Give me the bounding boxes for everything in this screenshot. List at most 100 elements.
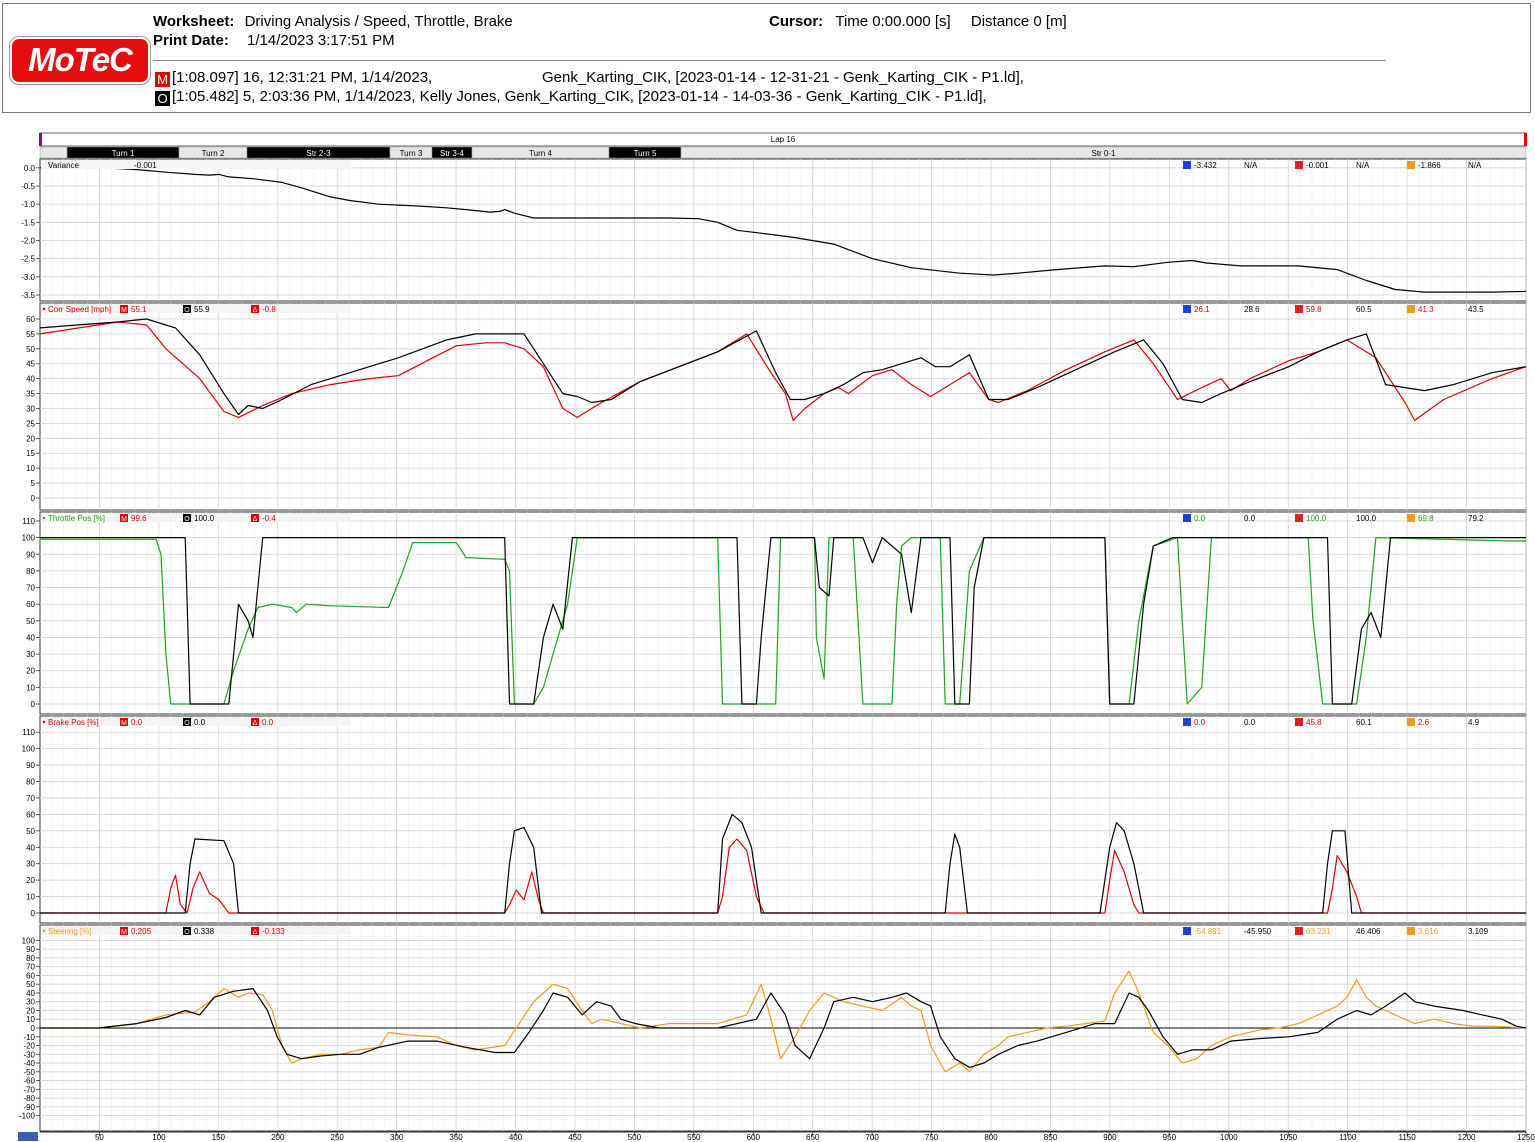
sector-label-7: Str 0-1 bbox=[1091, 149, 1116, 158]
x-tick-label: 450 bbox=[568, 1133, 582, 1142]
cursor-readout: Cursor: Time 0:00.000 [s] Distance 0 [m] bbox=[769, 13, 1067, 30]
panel-title: Variance bbox=[48, 161, 80, 170]
stat-marker-min bbox=[1183, 161, 1191, 169]
stat-ref: 4.9 bbox=[1468, 718, 1480, 727]
telemetry-chart[interactable]: Lap 16 Turn 1 Turn 2 Str 2-3 Turn 3 Str 3-4 Tu… bbox=[0, 128, 1535, 1142]
stat-marker-avg bbox=[1407, 161, 1415, 169]
x-tick-label: 500 bbox=[628, 1133, 642, 1142]
y-tick-label: 80 bbox=[26, 567, 35, 576]
y-tick-label: 40 bbox=[26, 375, 35, 384]
y-tick-label: 70 bbox=[26, 963, 35, 972]
stat-marker-max bbox=[1295, 927, 1303, 935]
stat-ref: 0.0 bbox=[1244, 718, 1256, 727]
cursor-label: Cursor: bbox=[769, 13, 824, 30]
readout-value: 0.0 bbox=[262, 718, 274, 727]
sector-pre bbox=[39, 146, 68, 159]
y-tick-label: -0.5 bbox=[21, 182, 35, 191]
y-tick-label: 20 bbox=[26, 1006, 35, 1015]
x-tick-label: 200 bbox=[271, 1133, 285, 1142]
print-date-label: Print Date: bbox=[153, 32, 229, 49]
stat-max: -0.001 bbox=[1306, 161, 1329, 170]
panel-speed[interactable]: 0 5 10 15 20 25 30 35 40 45 50 55 60 Corr Speed [mph]… bbox=[26, 302, 1527, 511]
stat-ref: 3.109 bbox=[1468, 927, 1489, 936]
stat-min: 0.0 bbox=[1194, 718, 1206, 727]
readout-value: 0.338 bbox=[194, 927, 215, 936]
sector-label-2: Str 2-3 bbox=[306, 149, 331, 158]
y-tick-label: 30 bbox=[26, 998, 35, 1007]
sector-label-6: Turn 5 bbox=[634, 149, 657, 158]
y-tick-label: 40 bbox=[26, 633, 35, 642]
panel-throttle[interactable]: 0 10 20 30 40 50 60 70 80 90 100 110 Throttle Pos [%… bbox=[22, 511, 1527, 715]
y-tick-label: 30 bbox=[26, 404, 35, 413]
y-tick-label: 0 bbox=[31, 909, 36, 918]
sector-label-4: Str 3-4 bbox=[440, 149, 465, 158]
readout-marker-label: O bbox=[184, 929, 190, 936]
x-tick-label: 300 bbox=[390, 1133, 404, 1142]
stat-ref: 60.1 bbox=[1356, 718, 1372, 727]
stat-ref: 43.5 bbox=[1468, 305, 1484, 314]
stat-marker-min bbox=[1183, 305, 1191, 313]
stat-ref: 60.5 bbox=[1356, 305, 1372, 314]
y-tick-label: 40 bbox=[26, 843, 35, 852]
sector-label-1: Turn 2 bbox=[202, 149, 225, 158]
readout-value: 0.0 bbox=[131, 718, 143, 727]
stat-min: -3.432 bbox=[1194, 161, 1217, 170]
axis-corner-icon[interactable] bbox=[18, 1132, 38, 1141]
y-tick-label: 60 bbox=[26, 315, 35, 324]
y-tick-label: -80 bbox=[23, 1094, 35, 1103]
y-tick-label: 50 bbox=[26, 827, 35, 836]
panel-title: Brake Pos [%] bbox=[48, 718, 99, 727]
y-tick-label: 50 bbox=[26, 345, 35, 354]
worksheet-value: Driving Analysis / Speed, Throttle, Brak… bbox=[244, 13, 513, 30]
x-tick-label: 550 bbox=[687, 1133, 701, 1142]
readout-value: 0.205 bbox=[131, 927, 152, 936]
y-tick-label: 90 bbox=[26, 945, 35, 954]
stat-marker-max bbox=[1295, 305, 1303, 313]
panel-brake[interactable]: 0102030405060708090100110Brake Pos [%] M 0… bbox=[22, 715, 1527, 924]
x-tick-label: 350 bbox=[449, 1133, 463, 1142]
stat-marker-avg bbox=[1407, 718, 1415, 726]
y-tick-label: 80 bbox=[26, 778, 35, 787]
y-tick-label: -100 bbox=[19, 1112, 36, 1121]
y-tick-label: -30 bbox=[23, 1050, 35, 1059]
y-tick-label: -90 bbox=[23, 1103, 35, 1112]
readout-value: -0.8 bbox=[262, 305, 276, 314]
x-tick-label: 1200 bbox=[1458, 1133, 1476, 1142]
readout-marker-label: O bbox=[184, 516, 190, 523]
y-tick-label: 10 bbox=[26, 1015, 35, 1024]
x-tick-label: 1250 bbox=[1517, 1133, 1535, 1142]
logo-text: MoTeC bbox=[28, 41, 133, 78]
y-tick-label: 60 bbox=[26, 600, 35, 609]
stat-max: 100.0 bbox=[1306, 514, 1327, 523]
y-tick-label: -2.5 bbox=[21, 255, 35, 264]
readout-marker-label: M bbox=[121, 929, 127, 936]
readout-marker-label: Δ bbox=[253, 307, 258, 314]
y-tick-label: -70 bbox=[23, 1085, 35, 1094]
y-tick-label: 45 bbox=[26, 360, 35, 369]
stat-ref: N/A bbox=[1356, 161, 1370, 170]
stat-avg: 3.616 bbox=[1418, 927, 1439, 936]
panel-title: Steering [%] bbox=[48, 927, 92, 936]
y-tick-label: 20 bbox=[26, 876, 35, 885]
y-tick-label: -10 bbox=[23, 1033, 35, 1042]
panel-steering[interactable]: 1009080706050403020100-10-20-30-40-50-60… bbox=[19, 924, 1527, 1132]
y-tick-label: 0 bbox=[31, 494, 36, 503]
x-tick-label: 1150 bbox=[1399, 1133, 1417, 1142]
worksheet-label: Worksheet: bbox=[153, 13, 235, 30]
stat-ref: 79.2 bbox=[1468, 514, 1484, 523]
panel-frame bbox=[39, 511, 1527, 715]
x-tick-label: 800 bbox=[984, 1133, 998, 1142]
readout-marker-label: O bbox=[184, 720, 190, 727]
panel-variance[interactable]: 0.0 -0.5 -1.0 -1.5 -2.0 -2.5 -3.0 -3.5 Variance -… bbox=[21, 158, 1527, 302]
stat-max: 59.8 bbox=[1306, 305, 1322, 314]
stat-max: 45.8 bbox=[1306, 718, 1322, 727]
y-tick-label: -60 bbox=[23, 1077, 35, 1086]
stat-ref: 100.0 bbox=[1356, 514, 1377, 523]
lap-start-marker bbox=[39, 133, 42, 146]
stat-marker-max bbox=[1295, 718, 1303, 726]
y-tick-label: 100 bbox=[22, 936, 36, 945]
y-tick-label: -1.5 bbox=[21, 218, 35, 227]
sector-label-0: Turn 1 bbox=[112, 149, 135, 158]
y-tick-label: 15 bbox=[26, 449, 35, 458]
stat-ref: 28.6 bbox=[1244, 305, 1260, 314]
